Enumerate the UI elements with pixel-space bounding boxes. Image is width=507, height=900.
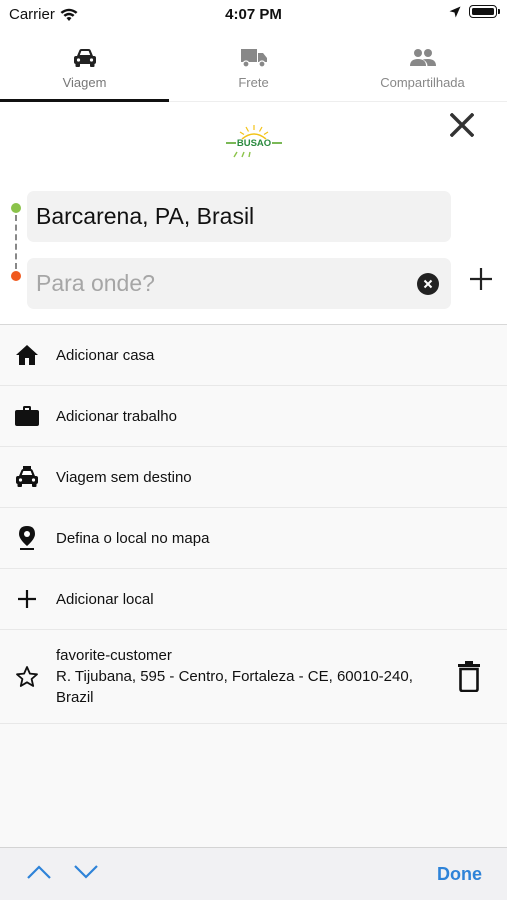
favorite-place-item[interactable]: favorite-customer R. Tijubana, 595 - Cen… bbox=[0, 630, 507, 724]
list-item-add-place[interactable]: Adicionar local bbox=[0, 569, 507, 630]
next-field-button[interactable] bbox=[73, 864, 99, 885]
previous-field-button[interactable] bbox=[26, 864, 52, 885]
home-icon bbox=[16, 345, 38, 365]
keyboard-toolbar: Done bbox=[0, 847, 507, 900]
status-time: 4:07 PM bbox=[225, 6, 282, 23]
battery-icon bbox=[469, 5, 500, 18]
clear-destination-button[interactable] bbox=[417, 273, 439, 295]
plus-icon bbox=[470, 268, 492, 290]
list-item-label: Adicionar local bbox=[56, 590, 154, 608]
route-dashed-line bbox=[15, 215, 17, 269]
busao-logo-image: BUSAO bbox=[226, 125, 282, 158]
busao-logo: BUSAO bbox=[220, 122, 288, 162]
list-item-add-work[interactable]: Adicionar trabalho bbox=[0, 386, 507, 447]
car-icon bbox=[73, 49, 96, 67]
tab-label: Frete bbox=[238, 75, 269, 90]
trash-icon bbox=[458, 661, 480, 693]
plus-icon bbox=[18, 590, 36, 608]
favorite-text: favorite-customer R. Tijubana, 595 - Cen… bbox=[56, 645, 441, 708]
favorite-address: R. Tijubana, 595 - Centro, Fortaleza - C… bbox=[56, 668, 413, 706]
service-tabs: Viagem Frete Compartilhada bbox=[0, 28, 507, 102]
briefcase-icon bbox=[15, 406, 39, 426]
map-pin-icon bbox=[19, 526, 35, 550]
add-stop-button[interactable] bbox=[466, 264, 496, 294]
origin-text: Barcarena, PA, Brasil bbox=[36, 203, 255, 229]
list-item-add-home[interactable]: Adicionar casa bbox=[0, 325, 507, 386]
tab-label: Viagem bbox=[62, 75, 107, 90]
list-item-label: Adicionar casa bbox=[56, 346, 155, 364]
tab-viagem[interactable]: Viagem bbox=[0, 28, 169, 102]
list-item-label: Defina o local no mapa bbox=[56, 529, 210, 547]
list-item-label: Viagem sem destino bbox=[56, 468, 192, 486]
taxi-icon bbox=[16, 466, 38, 487]
done-button[interactable]: Done bbox=[437, 864, 482, 885]
origin-field[interactable]: Barcarena, PA, Brasil bbox=[27, 191, 451, 242]
close-icon bbox=[450, 113, 474, 137]
location-arrow-icon bbox=[449, 6, 461, 17]
favorite-name: favorite-customer bbox=[56, 647, 172, 664]
route-indicator bbox=[10, 203, 22, 283]
tab-label: Compartilhada bbox=[380, 75, 465, 90]
close-button[interactable] bbox=[447, 110, 477, 140]
tab-compartilhada[interactable]: Compartilhada bbox=[338, 28, 507, 101]
delete-favorite-button[interactable] bbox=[457, 660, 481, 697]
list-item-set-on-map[interactable]: Defina o local no mapa bbox=[0, 508, 507, 569]
svg-text:BUSAO: BUSAO bbox=[237, 138, 271, 149]
clear-icon bbox=[423, 279, 433, 289]
list-item-label: Adicionar trabalho bbox=[56, 407, 177, 425]
chevron-up-icon bbox=[27, 865, 51, 879]
origin-dot bbox=[11, 203, 21, 213]
place-list: Adicionar casa Adicionar trabalho Viagem bbox=[0, 325, 507, 847]
status-right bbox=[449, 5, 500, 18]
destination-input[interactable] bbox=[36, 270, 406, 297]
list-item-no-destination[interactable]: Viagem sem destino bbox=[0, 447, 507, 508]
truck-icon bbox=[240, 49, 267, 68]
destination-dot bbox=[11, 271, 21, 281]
people-icon bbox=[409, 49, 436, 66]
star-icon bbox=[16, 665, 38, 687]
chevron-down-icon bbox=[74, 865, 98, 879]
destination-field[interactable] bbox=[27, 258, 451, 309]
status-bar: Carrier 4:07 PM bbox=[0, 0, 507, 28]
tab-frete[interactable]: Frete bbox=[169, 28, 338, 101]
